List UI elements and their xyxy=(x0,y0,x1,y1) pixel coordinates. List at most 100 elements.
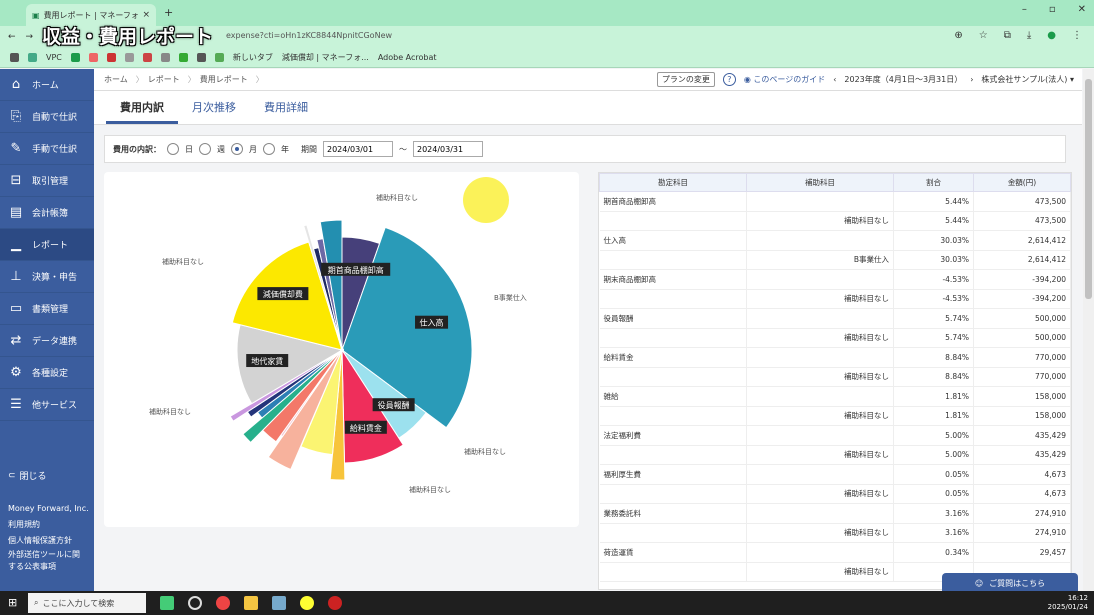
next-year-icon[interactable]: › xyxy=(970,75,973,84)
cell-account[interactable] xyxy=(599,328,747,348)
bookmark-icon[interactable] xyxy=(124,53,134,62)
cell-account[interactable]: 仕入高 xyxy=(599,230,747,251)
star-icon[interactable]: ☆ xyxy=(979,30,988,41)
cell-sub-account: 補助科目なし xyxy=(746,445,894,465)
cell-account[interactable] xyxy=(599,523,747,543)
breadcrumb-home[interactable]: ホーム xyxy=(94,74,144,85)
help-button[interactable]: ☺ ご質問はこちら xyxy=(942,573,1078,593)
window-close-icon[interactable]: ✕ xyxy=(1078,4,1086,15)
scrollbar-thumb[interactable] xyxy=(1085,79,1092,299)
cell-account[interactable] xyxy=(599,406,747,426)
cell-account[interactable]: 雑給 xyxy=(599,386,747,407)
new-tab-icon[interactable]: + xyxy=(164,6,173,19)
cell-account[interactable]: 期末商品棚卸高 xyxy=(599,269,747,290)
download-icon[interactable]: ⤓ xyxy=(1027,30,1031,41)
apps-icon[interactable] xyxy=(10,53,19,62)
cell-account[interactable]: 福利厚生費 xyxy=(599,464,747,485)
page-scrollbar[interactable] xyxy=(1083,69,1094,591)
cell-account[interactable] xyxy=(599,445,747,465)
task-view-icon[interactable] xyxy=(188,596,202,610)
maximize-icon[interactable]: ▫ xyxy=(1049,4,1056,15)
guide-link[interactable]: ◉ このページのガイド xyxy=(744,74,825,85)
radio-month[interactable] xyxy=(231,143,243,155)
forward-icon[interactable]: → xyxy=(26,32,34,42)
windows-start-icon[interactable]: ⊞ xyxy=(8,596,17,609)
cell-account[interactable] xyxy=(599,367,747,387)
bookmark-icon[interactable] xyxy=(178,53,188,62)
radio-week[interactable] xyxy=(199,143,211,155)
sidebar-item-6[interactable]: ⊥ 決算・申告 xyxy=(0,261,94,293)
cell-account[interactable]: 給料賃金 xyxy=(599,347,747,368)
extension-icon[interactable]: ⧉ xyxy=(1004,30,1011,41)
cell-account[interactable] xyxy=(599,484,747,504)
cell-account[interactable] xyxy=(599,250,747,270)
bookmark-icon[interactable] xyxy=(106,53,116,62)
prev-year-icon[interactable]: ‹ xyxy=(833,75,836,84)
tab-monthly[interactable]: 月次推移 xyxy=(178,91,250,124)
cell-sub-account: 補助科目なし xyxy=(746,289,894,309)
cell-account[interactable]: 役員報酬 xyxy=(599,308,747,329)
sidebar-item-9[interactable]: ⚙ 各種設定 xyxy=(0,357,94,389)
sidebar-item-8[interactable]: ⇄ データ連携 xyxy=(0,325,94,357)
sidebar-item-1[interactable]: ⎘ 自動で仕訳 xyxy=(0,101,94,133)
sidebar-item-10[interactable]: ☰ 他サービス xyxy=(0,389,94,421)
bookmark-icon[interactable] xyxy=(88,53,98,62)
cell-account[interactable] xyxy=(599,562,747,582)
chrome-icon[interactable] xyxy=(216,596,230,610)
cell-account[interactable]: 法定福利費 xyxy=(599,425,747,446)
col-amount[interactable]: 金額(円) xyxy=(973,173,1071,192)
bookmark-icon[interactable] xyxy=(28,53,37,62)
profile-icon[interactable]: ● xyxy=(1047,30,1056,41)
sidebar-item-5[interactable]: ▁ レポート xyxy=(0,229,94,261)
taskbar-search[interactable]: ⌕ ここに入力して検索 xyxy=(28,593,146,613)
end-date-input[interactable] xyxy=(413,141,483,157)
url-text[interactable]: expense?cti=oHn1zKC8844NpnitCGoNew xyxy=(226,31,392,40)
col-account[interactable]: 勘定科目 xyxy=(599,173,747,192)
menu-icon[interactable]: ⋮ xyxy=(1072,30,1082,41)
cell-account[interactable]: 期首商品棚卸高 xyxy=(599,191,747,212)
recorder-icon[interactable] xyxy=(328,596,342,610)
sidebar-close-button[interactable]: ⊂ 閉じる xyxy=(8,469,47,483)
col-ratio[interactable]: 割合 xyxy=(893,173,974,192)
tab-close-icon[interactable]: × xyxy=(142,10,150,20)
zoom-icon[interactable]: ⊕ xyxy=(954,30,962,41)
bookmark-icon[interactable] xyxy=(196,53,206,62)
radio-day[interactable] xyxy=(167,143,179,155)
bookmark-icon[interactable] xyxy=(214,53,224,62)
bookmark-icon[interactable] xyxy=(70,53,80,62)
plan-change-button[interactable]: プランの変更 xyxy=(656,72,715,87)
start-date-input[interactable] xyxy=(323,141,393,157)
company-selector[interactable]: 株式会社サンプル(法人) ▾ xyxy=(981,74,1074,85)
bookmark-newtab[interactable]: 新しいタブ xyxy=(233,52,273,63)
taskbar-app-icon[interactable] xyxy=(160,596,174,610)
bookmark-icon[interactable] xyxy=(142,53,152,62)
cell-account[interactable] xyxy=(599,211,747,231)
radio-year[interactable] xyxy=(263,143,275,155)
help-icon[interactable]: ? xyxy=(722,73,736,86)
bookmark-acrobat[interactable]: Adobe Acrobat xyxy=(378,53,437,62)
tab-breakdown[interactable]: 費用内訳 xyxy=(106,91,178,124)
bookmark-icon[interactable] xyxy=(160,53,170,62)
breadcrumb-report[interactable]: レポート xyxy=(138,74,196,85)
tab-detail[interactable]: 費用詳細 xyxy=(250,91,322,124)
sidebar-item-2[interactable]: ✎ 手動で仕訳 xyxy=(0,133,94,165)
external-tools-link[interactable]: 外部送信ツールに関 する公表事項 xyxy=(8,549,89,573)
cell-account[interactable]: 業務委託料 xyxy=(599,503,747,524)
back-icon[interactable]: ← xyxy=(8,32,16,42)
minimize-icon[interactable]: – xyxy=(1022,4,1027,15)
explorer-icon[interactable] xyxy=(244,596,258,610)
cell-account[interactable] xyxy=(599,289,747,309)
notepad-icon[interactable] xyxy=(272,596,286,610)
cell-account[interactable]: 荷造運賃 xyxy=(599,542,747,563)
terms-link[interactable]: 利用規約 xyxy=(8,517,89,533)
sidebar-item-0[interactable]: ⌂ ホーム xyxy=(0,69,94,101)
bookmark-vpc[interactable]: VPC xyxy=(46,53,62,62)
sticky-icon[interactable] xyxy=(300,596,314,610)
taskbar-clock[interactable]: 16:12 2025/01/24 xyxy=(1048,594,1088,612)
sidebar-item-7[interactable]: ▭ 書類管理 xyxy=(0,293,94,325)
sidebar-item-3[interactable]: ⊟ 取引管理 xyxy=(0,165,94,197)
col-sub-account[interactable]: 補助科目 xyxy=(746,173,894,192)
privacy-link[interactable]: 個人情報保護方針 xyxy=(8,533,89,549)
bookmark-depreciation[interactable]: 減価償却 | マネーフォ... xyxy=(282,52,369,63)
sidebar-item-4[interactable]: ▤ 会計帳簿 xyxy=(0,197,94,229)
